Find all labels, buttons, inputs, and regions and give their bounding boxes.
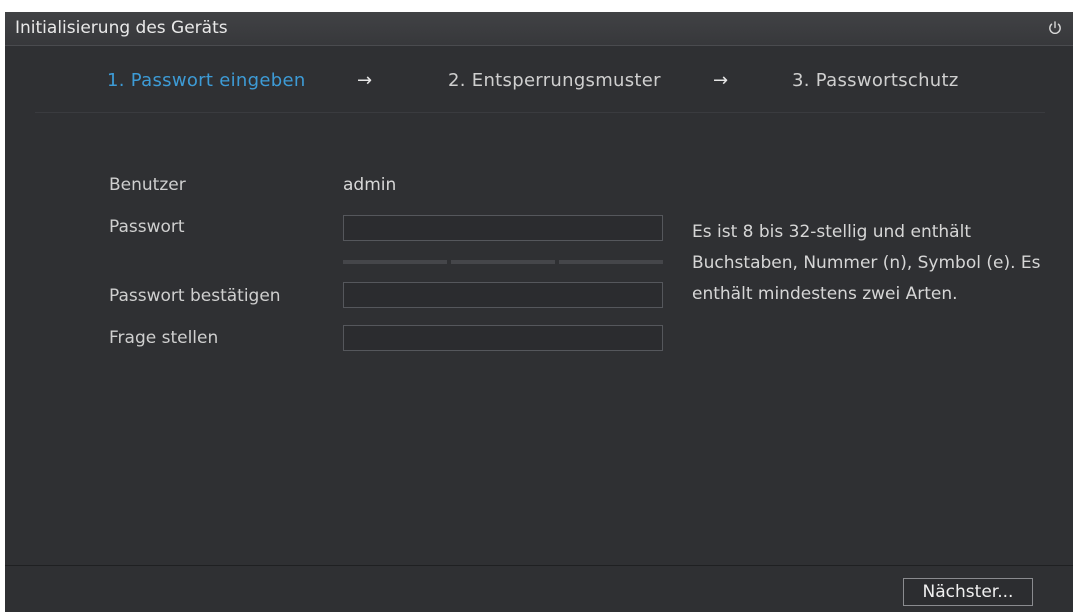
next-button[interactable]: Nächster... bbox=[903, 578, 1033, 606]
question-label: Frage stellen bbox=[109, 328, 219, 348]
user-label: Benutzer bbox=[109, 175, 186, 195]
confirm-password-label: Passwort bestätigen bbox=[109, 286, 281, 306]
dialog-title: Initialisierung des Geräts bbox=[15, 18, 228, 38]
question-field[interactable] bbox=[343, 325, 663, 351]
password-strength-bar bbox=[343, 260, 665, 264]
password-field[interactable] bbox=[343, 215, 663, 241]
password-label: Passwort bbox=[109, 217, 185, 237]
step-arrow-icon: → bbox=[713, 70, 729, 91]
step-password-protection: 3. Passwortschutz bbox=[792, 70, 959, 91]
title-bar: Initialisierung des Geräts bbox=[5, 12, 1073, 46]
power-icon[interactable] bbox=[1047, 20, 1063, 36]
password-hint: Es ist 8 bis 32-stellig und enthält Buch… bbox=[692, 222, 1041, 304]
wizard-steps: 1. Passwort eingeben → 2. Entsperrungsmu… bbox=[5, 69, 1073, 95]
strength-segment-strong bbox=[559, 260, 663, 264]
strength-segment-weak bbox=[343, 260, 447, 264]
step-unlock-pattern: 2. Entsperrungsmuster bbox=[448, 70, 661, 91]
user-value: admin bbox=[343, 175, 397, 195]
footer-divider bbox=[5, 565, 1073, 566]
init-dialog: Initialisierung des Geräts 1. Passwort e… bbox=[5, 12, 1073, 612]
step-password: 1. Passwort eingeben bbox=[107, 70, 306, 91]
steps-divider bbox=[35, 112, 1045, 113]
step-arrow-icon: → bbox=[357, 70, 373, 91]
strength-segment-medium bbox=[451, 260, 555, 264]
confirm-password-field[interactable] bbox=[343, 282, 663, 308]
